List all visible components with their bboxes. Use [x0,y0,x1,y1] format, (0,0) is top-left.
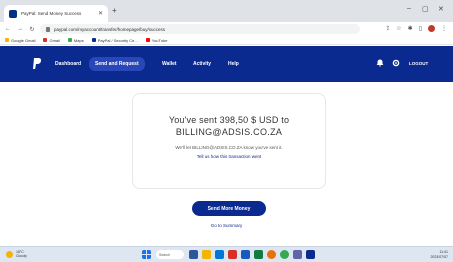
notification-bell-icon[interactable] [376,59,384,67]
bookmark-item[interactable]: Maps [67,38,84,43]
profile-avatar[interactable] [428,25,435,32]
taskview-icon[interactable] [189,250,198,259]
bookmarks-bar: Google Gmail Gmail Maps PayPal / Securit… [0,36,453,45]
close-window-icon[interactable]: ✕ [438,5,444,13]
store-icon[interactable] [306,250,315,259]
clock-time: 11:41 [439,250,449,254]
file-explorer-icon[interactable] [202,250,211,259]
notify-text: We'll let BILLING@ADSIS.CO.ZA know you'v… [175,145,283,150]
gmail-icon [43,38,48,42]
forward-icon[interactable]: → [17,26,23,32]
office-icon[interactable] [228,250,237,259]
share-icon[interactable]: ⇪ [385,25,390,32]
lock-icon [46,26,50,32]
settings-gear-icon[interactable] [392,59,400,67]
send-more-money-button[interactable]: Send More Money [192,201,266,216]
word-icon[interactable] [241,250,250,259]
tab-title: PayPal: Send Money Success [21,11,82,16]
back-icon[interactable]: ← [5,26,11,32]
start-icon[interactable] [142,250,151,259]
clock-date: 2023/07/07 [430,254,448,259]
browser-tab[interactable]: PayPal: Send Money Success ✕ [4,5,108,22]
recipient-email: BILLING@ADSIS.CO.ZA [175,127,283,137]
maps-icon [67,38,72,42]
bookmark-star-icon[interactable]: ☆ [396,25,401,32]
teams-icon[interactable] [293,250,302,259]
address-bar[interactable]: paypal.com/myaccount/transfer/homepage/b… [40,24,360,34]
system-tray[interactable]: 11:41 2023/07/07 [430,250,448,259]
maximize-icon[interactable]: ▢ [422,5,429,13]
nav-wallet[interactable]: Wallet [162,61,177,67]
paypal-logo-icon[interactable] [32,57,42,70]
paypal-header: Dashboard Send and Request Wallet Activi… [0,46,453,82]
bookmark-item[interactable]: PayPal / Security Ce... [91,38,138,43]
nav-dashboard[interactable]: Dashboard [55,61,81,67]
feedback-link[interactable]: Tell us how this transaction went [133,154,325,159]
confirmation-card: You've sent 398,50 $ USD to BILLING@ADSI… [132,93,326,189]
nav-help[interactable]: Help [228,61,239,67]
extensions-icon[interactable]: ✱ [408,25,413,32]
go-to-summary-link[interactable]: Go to Summary [0,223,453,228]
edge-icon[interactable] [215,250,224,259]
nav-activity[interactable]: Activity [193,61,211,67]
paypal-favicon-icon [9,9,17,18]
taskbar-search[interactable]: Search [156,250,184,259]
bookmark-item[interactable]: Gmail [43,38,60,43]
nav-send-request[interactable]: Send and Request [89,57,145,71]
logout-link[interactable]: LOGOUT [409,61,428,66]
bookmark-item[interactable]: YouTube [145,38,167,43]
weather-desc: Cloudy [16,254,27,258]
excel-icon[interactable] [254,250,263,259]
app-icon[interactable] [267,250,276,259]
new-tab-icon[interactable]: + [112,6,117,15]
menu-icon[interactable]: ⋮ [441,25,447,32]
os-taskbar: 18°C Cloudy Search 11:41 2023/07/07 [0,246,453,262]
browser-toolbar: ← → ↻ paypal.com/myaccount/transfer/home… [0,22,453,36]
close-tab-icon[interactable]: ✕ [98,10,103,17]
minimize-icon[interactable]: – [407,5,411,12]
address-url: paypal.com/myaccount/transfer/homepage/b… [54,26,166,32]
weather-widget[interactable]: 18°C Cloudy [6,250,27,258]
bookmark-item[interactable]: Google Gmail [5,38,35,43]
weather-icon [6,250,13,258]
sent-amount-text: You've sent 398,50 $ USD to [168,115,290,125]
bookmark-icon [5,38,9,42]
reload-icon[interactable]: ↻ [29,26,35,33]
chrome-icon[interactable] [280,250,289,259]
browser-tabstrip: PayPal: Send Money Success ✕ + – ▢ ✕ [0,0,453,22]
sidebar-icon[interactable]: ▯ [419,25,422,32]
paypal-icon [91,38,96,42]
youtube-icon [145,38,150,42]
